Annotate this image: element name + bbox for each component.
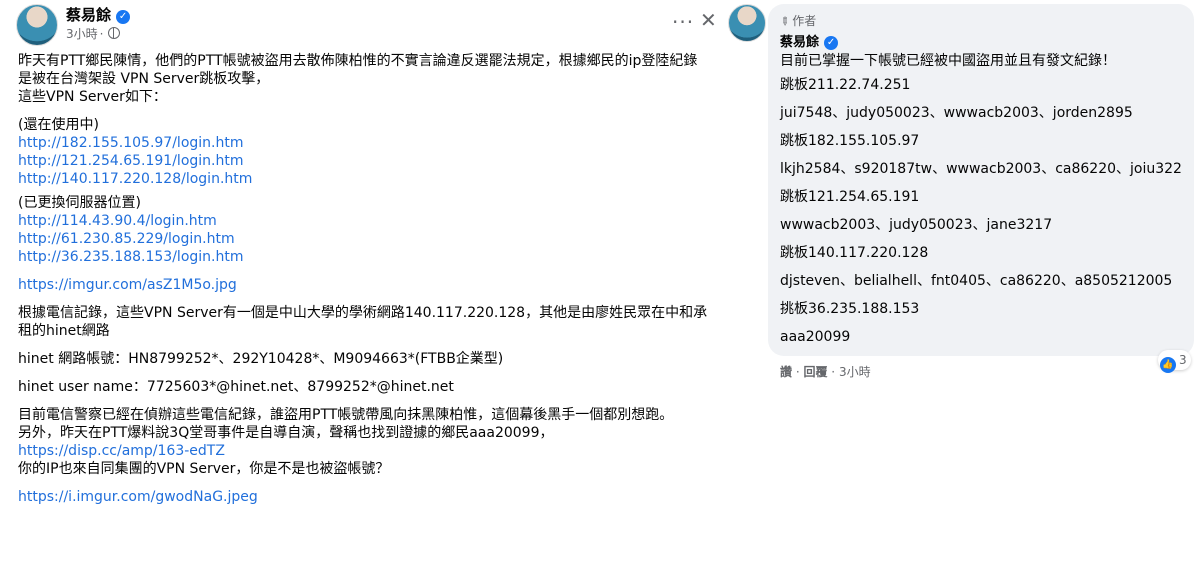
comment-line: 跳板182.155.105.97 [780, 133, 920, 149]
comment-line: 挑板36.235.188.153 [780, 301, 920, 317]
reaction-count[interactable]: 👍 3 [1158, 350, 1191, 373]
comment-actions: 讚 · 回覆 · 3小時 [780, 363, 871, 380]
post-text: hinet user name：7725603*@hinet.net、87992… [18, 379, 454, 395]
comment-author-name[interactable]: 蔡易餘 [780, 35, 819, 50]
post-text: 這些VPN Server如下： [18, 89, 167, 105]
comment-line: 目前已掌握一下帳號已經被中國盜用並且有發文紀錄！ [780, 53, 1116, 69]
server-link[interactable]: http://140.117.220.128/login.htm [18, 170, 718, 188]
server-link[interactable]: http://61.230.85.229/login.htm [18, 230, 718, 248]
comment-text: 目前已掌握一下帳號已經被中國盜用並且有發文紀錄！ 跳板211.22.74.251… [780, 52, 1190, 356]
comment-line: lkjh2584、s920187tw、wwwacb2003、ca86220、jo… [780, 161, 1182, 177]
comment-line: 跳板211.22.74.251 [780, 77, 911, 93]
comment-line: wwwacb2003、judy050023、jane3217 [780, 217, 1053, 233]
pen-icon: ✎ [776, 13, 793, 30]
reaction-number: 3 [1179, 353, 1187, 367]
post-text: 你的IP也來自同集團的VPN Server，你是不是也被盜帳號？ [18, 461, 390, 477]
comment-line: djsteven、belialhell、fnt0405、ca86220、a850… [780, 273, 1173, 289]
post-text: 根據電信記錄，這些VPN Server有一個是中山大學的學術網路140.117.… [18, 305, 708, 339]
post-author-name[interactable]: 蔡易餘 [66, 6, 111, 24]
post-text: 目前電信警察已經在偵辦這些電信紀錄，誰盜用PTT帳號帶風向抹黑陳柏惟，這個幕後黑… [18, 407, 674, 423]
post-meta: 3小時 · [66, 25, 121, 42]
post-text: hinet 網路帳號：HN8799252*、292Y10428*、M909466… [18, 351, 504, 367]
author-tag: ✎作者 [776, 12, 817, 30]
reply-button[interactable]: 回覆 [803, 365, 827, 379]
like-button[interactable]: 讚 [780, 365, 792, 379]
post-body: 昨天有PTT鄉民陳情，他們的PTT帳號被盜用去散佈陳柏惟的不實言論違反選罷法規定… [18, 52, 718, 506]
separator: · [792, 365, 804, 379]
author-tag-label: 作者 [792, 14, 817, 28]
post-paragraph: 昨天有PTT鄉民陳情，他們的PTT帳號被盜用去散佈陳柏惟的不實言論違反選罷法規定… [18, 52, 718, 106]
server-link[interactable]: http://36.235.188.153/login.htm [18, 248, 718, 266]
server-link[interactable]: http://121.254.65.191/login.htm [18, 152, 718, 170]
comment: ✎作者 蔡易餘 ✓ 目前已掌握一下帳號已經被中國盜用並且有發文紀錄！ 跳板211.… [722, 0, 1200, 571]
in-use-label: (還在使用中) [18, 117, 99, 133]
verified-badge-icon: ✓ [116, 10, 131, 24]
post-text: 昨天有PTT鄉民陳情，他們的PTT帳號被盜用去散佈陳柏惟的不實言論違反選罷法規定… [18, 53, 698, 87]
post-time[interactable]: 3小時 [66, 27, 98, 41]
commenter-avatar[interactable] [728, 4, 766, 42]
close-button[interactable]: ✕ [700, 8, 717, 32]
thumbs-up-icon: 👍 [1160, 357, 1176, 373]
comment-line: jui7548、judy050023、wwwacb2003、jorden2895 [780, 105, 1133, 121]
imgur-link[interactable]: https://imgur.com/asZ1M5o.jpg [18, 276, 718, 294]
disp-link[interactable]: https://disp.cc/amp/163-edTZ [18, 442, 718, 460]
post-card: 蔡易餘 ✓ 3小時 · ··· ✕ 昨天有PTT鄉民陳情，他們的PTT帳號被盜用去散… [0, 0, 720, 571]
comment-time[interactable]: 3小時 [839, 365, 871, 379]
server-link[interactable]: http://182.155.105.97/login.htm [18, 134, 718, 152]
moved-label: (已更換伺服器位置) [18, 195, 141, 211]
more-options-button[interactable]: ··· [672, 10, 694, 34]
comment-line: 跳板140.117.220.128 [780, 245, 929, 261]
comment-line: aaa20099 [780, 329, 851, 345]
post-author[interactable]: 蔡易餘 ✓ [66, 4, 131, 25]
imgur-link[interactable]: https://i.imgur.com/gwodNaG.jpeg [18, 488, 718, 506]
server-link[interactable]: http://114.43.90.4/login.htm [18, 212, 718, 230]
comment-line: 跳板121.254.65.191 [780, 189, 920, 205]
comment-author[interactable]: 蔡易餘 ✓ [780, 31, 839, 50]
post-text: 另外，昨天在PTT爆料說3Q堂哥事件是自導自演，聲稱也找到證據的鄉民aaa200… [18, 425, 554, 441]
verified-badge-icon: ✓ [824, 36, 839, 50]
separator: · [827, 365, 839, 379]
comment-bubble: ✎作者 蔡易餘 ✓ 目前已掌握一下帳號已經被中國盜用並且有發文紀錄！ 跳板211.… [768, 4, 1194, 356]
author-avatar[interactable] [16, 4, 58, 46]
globe-icon [108, 27, 121, 39]
